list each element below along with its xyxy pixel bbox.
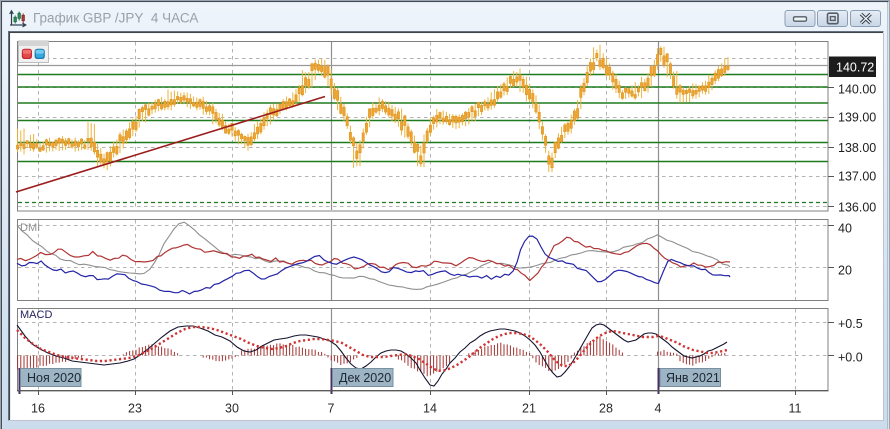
svg-text:40: 40	[838, 222, 852, 236]
svg-text:16: 16	[31, 402, 45, 416]
svg-text:График GBP /JPY 4 ЧАСА: График GBP /JPY 4 ЧАСА	[33, 11, 198, 26]
svg-text:Янв 2021: Янв 2021	[666, 371, 720, 385]
svg-text:Дек 2020: Дек 2020	[339, 371, 391, 385]
svg-text:+0.0: +0.0	[838, 351, 863, 365]
svg-text:7: 7	[328, 402, 335, 416]
svg-text:140.72: 140.72	[836, 61, 874, 75]
svg-text:4: 4	[655, 402, 662, 416]
svg-text:Ноя 2020: Ноя 2020	[27, 371, 81, 385]
svg-text:21: 21	[522, 402, 536, 416]
svg-text:MACD: MACD	[20, 309, 52, 321]
svg-text:139.00: 139.00	[838, 111, 876, 125]
svg-text:11: 11	[789, 402, 802, 416]
svg-text:136.00: 136.00	[838, 201, 876, 215]
svg-text:30: 30	[225, 402, 239, 416]
svg-text:137.00: 137.00	[838, 169, 876, 183]
svg-text:138.00: 138.00	[838, 141, 876, 155]
svg-text:140.00: 140.00	[838, 83, 876, 97]
svg-text:20: 20	[838, 263, 852, 277]
svg-text:14: 14	[423, 402, 437, 416]
svg-text:28: 28	[599, 402, 613, 416]
svg-text:23: 23	[128, 402, 142, 416]
svg-text:+0.5: +0.5	[838, 317, 863, 331]
